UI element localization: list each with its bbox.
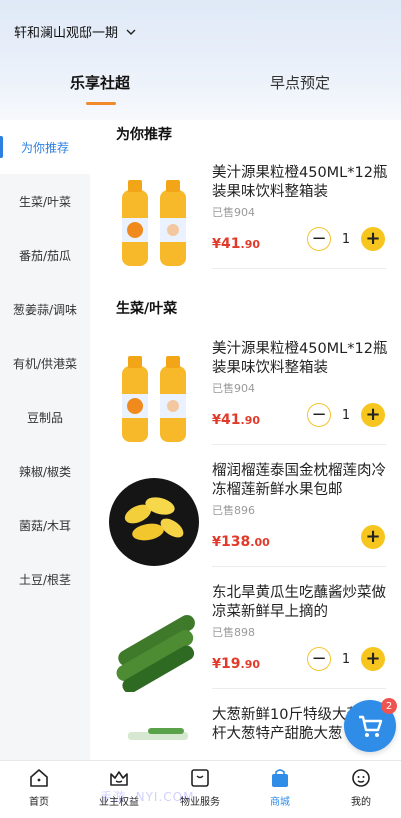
product-price: ¥138.00 <box>212 534 270 550</box>
section-title-leafy-greens: 生菜/叶菜 <box>116 301 178 317</box>
add-to-cart-button[interactable]: + <box>361 525 385 549</box>
location-name: 轩和澜山观邸一期 <box>14 26 119 41</box>
sidebar-item-peppers[interactable]: 辣椒/椒类 <box>0 444 90 498</box>
chevron-down-icon <box>126 29 136 35</box>
shopping-bag-icon <box>272 769 288 787</box>
category-sidebar: 为你推荐 生菜/叶菜 番茄/茄瓜 葱姜蒜/调味 有机/供港菜 豆制品 辣椒/椒类… <box>0 120 90 760</box>
decrease-button[interactable]: − <box>307 647 331 671</box>
product-list: 为你推荐 美汁源果粒橙450ML*12瓶装果味饮料整箱装 已售904 ¥41.9… <box>90 120 401 760</box>
increase-button[interactable]: + <box>361 403 385 427</box>
sidebar-item-mushrooms[interactable]: 菌菇/木耳 <box>0 498 90 552</box>
location-selector[interactable]: 轩和澜山观邸一期 <box>14 22 136 41</box>
juice-bottles-image <box>122 356 186 442</box>
quantity-stepper: − 1 + <box>307 227 385 251</box>
decrease-button[interactable]: − <box>307 403 331 427</box>
product-price: ¥19.90 <box>212 656 261 672</box>
product-sold-count: 已售904 <box>212 206 255 219</box>
top-tabs: 乐享社超 早点预定 <box>0 66 401 114</box>
product-name: 榴润榴莲泰国金枕榴莲肉冷冻榴莲新鲜水果包邮 <box>212 463 386 498</box>
quantity-value: 1 <box>341 231 351 247</box>
service-icon <box>191 769 209 787</box>
quantity-stepper: + <box>361 525 385 549</box>
cart-count-badge: 2 <box>381 698 397 714</box>
tabbar-label: 商城 <box>270 797 290 808</box>
product-card[interactable]: 美汁源果粒橙450ML*12瓶装果味饮料整箱装 已售904 ¥41.90 − 1… <box>90 336 401 461</box>
product-price: ¥41.90 <box>212 236 261 252</box>
sidebar-item-organic[interactable]: 有机/供港菜 <box>0 336 90 390</box>
quantity-stepper: − 1 + <box>307 647 385 671</box>
scallion-image <box>128 728 188 740</box>
tab-lexiang-market[interactable]: 乐享社超 <box>70 72 130 93</box>
sidebar-item-root-veg[interactable]: 土豆/根茎 <box>0 552 90 606</box>
row-divider <box>212 444 386 445</box>
shopping-cart-icon <box>359 715 383 737</box>
tab-breakfast-booking[interactable]: 早点预定 <box>270 72 330 93</box>
active-tab-indicator <box>86 102 116 105</box>
sidebar-item-leafy-greens[interactable]: 生菜/叶菜 <box>0 174 90 228</box>
quantity-stepper: − 1 + <box>307 403 385 427</box>
bottom-tab-bar: 首页 业主权益 物业服务 商城 我的 <box>0 760 401 818</box>
watermark: 手游 .NYI.COM <box>100 790 195 804</box>
tabbar-mall[interactable]: 商城 <box>245 767 315 815</box>
product-sold-count: 已售898 <box>212 626 255 639</box>
crown-icon <box>110 771 128 786</box>
juice-bottles-image <box>122 180 186 266</box>
row-divider <box>212 268 386 269</box>
quantity-value: 1 <box>341 651 351 667</box>
sidebar-item-tomato-eggplant[interactable]: 番茄/茄瓜 <box>0 228 90 282</box>
increase-button[interactable]: + <box>361 227 385 251</box>
product-name: 东北旱黄瓜生吃蘸酱炒菜做凉菜新鲜早上摘的 <box>212 585 386 620</box>
product-price: ¥41.90 <box>212 412 261 428</box>
product-card[interactable]: 美汁源果粒橙450ML*12瓶装果味饮料整箱装 已售904 ¥41.90 − 1… <box>90 160 401 285</box>
face-icon <box>352 769 370 787</box>
tabbar-label: 首页 <box>29 797 49 808</box>
product-name: 美汁源果粒橙450ML*12瓶装果味饮料整箱装 <box>212 341 388 376</box>
section-title-recommend: 为你推荐 <box>116 127 172 143</box>
cucumber-image <box>116 615 195 692</box>
increase-button[interactable]: + <box>361 647 385 671</box>
tabbar-label: 我的 <box>351 797 371 808</box>
product-card[interactable]: 榴润榴莲泰国金枕榴莲肉冷冻榴莲新鲜水果包邮 已售896 ¥138.00 + <box>90 458 401 583</box>
row-divider <box>212 688 386 689</box>
product-card[interactable]: 东北旱黄瓜生吃蘸酱炒菜做凉菜新鲜早上摘的 已售898 ¥19.90 − 1 + <box>90 580 401 705</box>
product-sold-count: 已售896 <box>212 504 255 517</box>
decrease-button[interactable]: − <box>307 227 331 251</box>
cart-button[interactable]: 2 <box>344 698 397 752</box>
quantity-value: 1 <box>341 407 351 423</box>
sidebar-item-recommend[interactable]: 为你推荐 <box>0 120 90 174</box>
home-icon <box>30 769 48 787</box>
sidebar-item-seasoning[interactable]: 葱姜蒜/调味 <box>0 282 90 336</box>
product-name: 美汁源果粒橙450ML*12瓶装果味饮料整箱装 <box>212 165 388 200</box>
tabbar-home[interactable]: 首页 <box>4 767 74 815</box>
product-sold-count: 已售904 <box>212 382 255 395</box>
row-divider <box>212 566 386 567</box>
sidebar-item-tofu[interactable]: 豆制品 <box>0 390 90 444</box>
tabbar-me[interactable]: 我的 <box>326 767 396 815</box>
durian-plate-image <box>109 478 199 566</box>
